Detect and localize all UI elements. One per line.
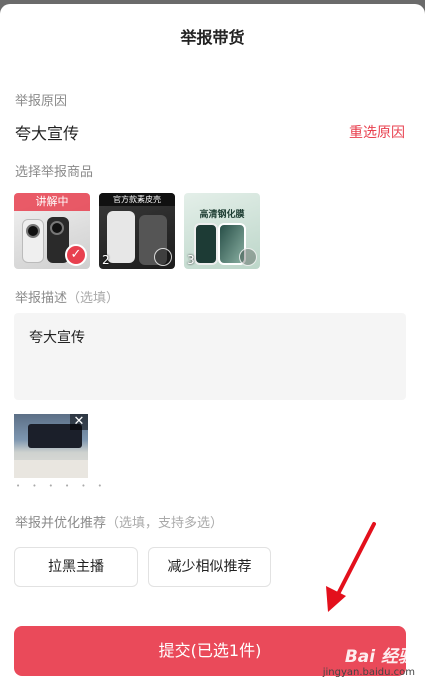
product-caption: 高清钢化膜 [199, 210, 245, 220]
screenshot-image [14, 460, 88, 478]
watermark: Bai 经验 jingyan.baidu.com [323, 642, 415, 678]
description-section-label: 举报描述（选填） [15, 287, 119, 306]
description-label-text: 举报描述 [15, 291, 68, 306]
block-streamer-button[interactable]: 拉黑主播 [14, 547, 138, 587]
product-caption: 官方款素皮壳 [99, 193, 175, 206]
product-thumbnail-image [22, 219, 44, 263]
products-section-label: 选择举报商品 [15, 165, 94, 180]
reduce-similar-button[interactable]: 减少相似推荐 [148, 547, 271, 587]
product-thumbnail-image [107, 211, 135, 263]
product-index: 2 [102, 253, 110, 267]
product-thumbnail-image [194, 223, 218, 265]
optimize-section-label: 举报并优化推荐（选填，支持多选） [15, 512, 223, 531]
watermark-logo: Bai 经验 [344, 647, 415, 667]
report-sheet: 举报带货 举报原因 夸大宣传 重选原因 选择举报商品 讲解中 ✓ 官方款素皮壳 … [0, 4, 425, 686]
optimize-label-text: 举报并优化推荐 [15, 516, 107, 531]
screenshot-image-strip: • • • • • • [16, 482, 107, 490]
optimize-optional-hint: （选填，支持多选） [106, 516, 224, 531]
unchecked-radio-icon[interactable] [154, 248, 172, 266]
product-list: 讲解中 ✓ 官方款素皮壳 2 高清钢化膜 3 [14, 193, 260, 269]
remove-image-close-icon[interactable]: ✕ [70, 414, 88, 430]
product-item-1[interactable]: 讲解中 ✓ [14, 193, 90, 269]
checked-icon[interactable]: ✓ [65, 244, 87, 266]
description-optional-hint: （选填） [67, 291, 120, 306]
product-index: 3 [187, 253, 195, 267]
watermark-url: jingyan.baidu.com [322, 667, 415, 678]
description-textarea[interactable]: 夸大宣传 [14, 313, 406, 400]
uploaded-screenshot[interactable]: ✕ [14, 414, 88, 478]
selected-reason: 夸大宣传 [15, 124, 80, 143]
unchecked-radio-icon[interactable] [239, 248, 257, 266]
sheet-title: 举报带货 [180, 28, 245, 47]
product-item-3[interactable]: 高清钢化膜 3 [184, 193, 260, 269]
reselect-reason-link[interactable]: 重选原因 [349, 122, 405, 142]
live-explaining-badge: 讲解中 [14, 193, 90, 211]
optimize-options: 拉黑主播 减少相似推荐 [14, 547, 271, 587]
reason-section-label: 举报原因 [15, 94, 68, 109]
product-item-2[interactable]: 官方款素皮壳 2 [99, 193, 175, 269]
